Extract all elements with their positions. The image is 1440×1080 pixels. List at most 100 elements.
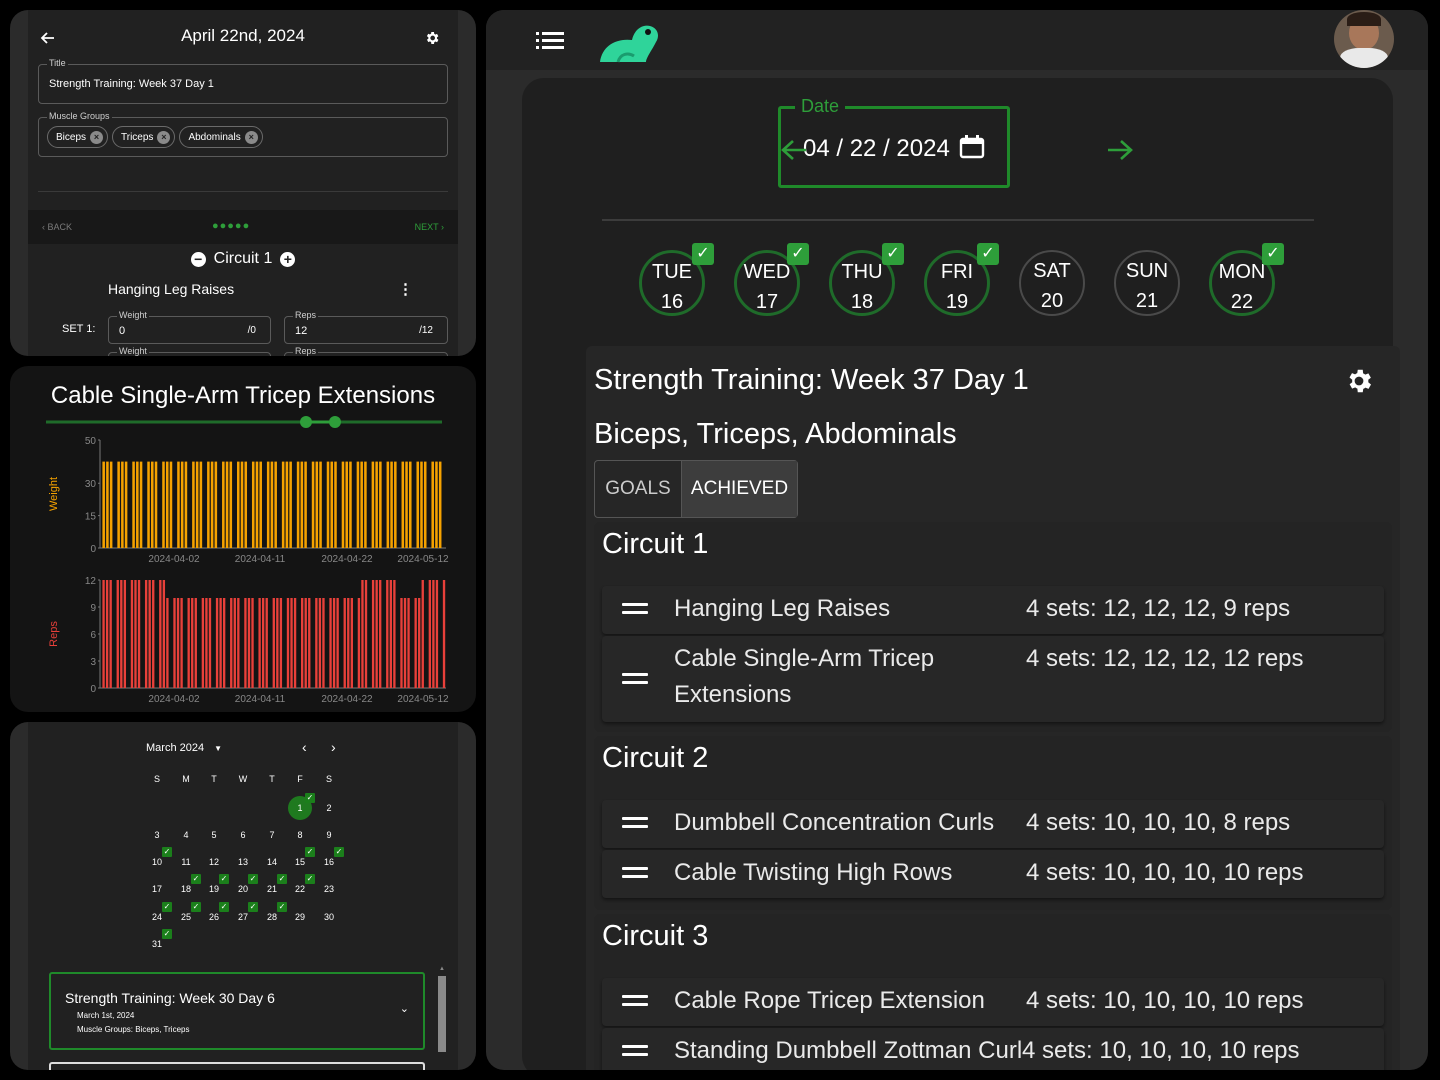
menu-list-icon[interactable] — [536, 32, 564, 55]
drag-handle-icon[interactable] — [622, 817, 648, 833]
frog-logo-icon[interactable] — [598, 18, 660, 69]
title-field[interactable]: Title Strength Training: Week 37 Day 1 — [38, 58, 448, 104]
exercise-row[interactable]: Cable Single-Arm Tricep Extensions 4 set… — [602, 636, 1384, 722]
scrollbar[interactable]: ▲ — [438, 966, 446, 1064]
weight-input[interactable]: Weight 0 /0 — [108, 310, 271, 344]
muscle-groups-field[interactable]: Muscle Groups Biceps × Triceps × Abdominal… — [38, 111, 448, 157]
user-avatar[interactable] — [1334, 10, 1394, 68]
range-slider-handle-end[interactable] — [329, 416, 341, 428]
bar — [154, 461, 158, 548]
bar — [375, 580, 378, 688]
next-date-arrow-icon[interactable] — [1106, 138, 1134, 167]
set-label: SET 1: — [62, 323, 96, 335]
calendar-day[interactable]: 4 — [175, 826, 197, 844]
chip-abdominals[interactable]: Abdominals × — [179, 126, 263, 148]
calendar-day[interactable]: 30 — [318, 908, 340, 926]
exercise-row[interactable]: Dumbbell Concentration Curls 4 sets: 10,… — [602, 800, 1384, 848]
calendar-day[interactable]: 6 — [232, 826, 254, 844]
day-number: 17 — [755, 291, 779, 313]
calendar-day[interactable]: 3 — [146, 826, 168, 844]
bar — [403, 598, 407, 688]
bar — [180, 461, 184, 548]
weight-input-set2[interactable]: Weight — [108, 346, 271, 356]
workout-summary-card[interactable]: Strength Training: Week 30 Day 6 March 1… — [49, 972, 425, 1050]
bar — [244, 461, 248, 548]
workout-check-icon: ✓ — [219, 874, 229, 884]
calendar-day[interactable]: 13 — [232, 853, 254, 871]
scroll-up-icon[interactable]: ▲ — [438, 966, 446, 972]
next-month-icon[interactable]: › — [331, 739, 336, 755]
date-input[interactable]: Date 04 / 22 / 2024 — [778, 96, 1010, 188]
prev-date-arrow-icon[interactable] — [780, 138, 808, 167]
day-button[interactable]: SAT 20 — [1019, 250, 1085, 316]
bar — [123, 580, 127, 688]
scrollbar-thumb[interactable] — [438, 976, 446, 1052]
circuit-title: Circuit 1 — [602, 528, 709, 560]
drag-handle-icon[interactable] — [622, 1045, 648, 1061]
expand-chevron-icon[interactable]: ⌄ — [400, 1002, 409, 1015]
stepper-back-button[interactable]: ‹ BACK — [42, 222, 72, 232]
calendar-day[interactable]: 2 — [318, 799, 340, 817]
chip-remove-icon[interactable]: × — [244, 130, 258, 144]
exercise-row[interactable]: Hanging Leg Raises 4 sets: 12, 12, 12, 9… — [602, 586, 1384, 634]
calendar-day[interactable]: 5 — [203, 826, 225, 844]
settings-gear-icon[interactable] — [422, 28, 442, 48]
chip-remove-icon[interactable]: × — [157, 130, 171, 144]
remove-circuit-icon[interactable]: − — [190, 251, 206, 267]
day-button[interactable]: FRI 19 ✓ — [924, 243, 999, 316]
exercise-sets: 4 sets: 12, 12, 12, 12 reps — [1026, 645, 1304, 672]
bar — [371, 580, 375, 688]
tab-achieved[interactable]: ACHIEVED — [681, 461, 797, 517]
drag-handle-icon[interactable] — [622, 603, 648, 619]
exercise-sets: 4 sets: 10, 10, 10, 10 reps — [1026, 987, 1304, 1014]
chip-remove-icon[interactable]: × — [90, 130, 104, 144]
weekday-header: S — [153, 774, 160, 784]
calendar-day[interactable]: 9 — [318, 826, 340, 844]
chip-label: Abdominals — [188, 131, 241, 143]
chip-biceps[interactable]: Biceps × — [47, 126, 109, 148]
month-selector[interactable]: March 2024 ▼ — [146, 742, 222, 754]
stepper-next-button[interactable]: NEXT › — [415, 222, 444, 232]
exercise-row[interactable]: Cable Rope Tricep Extension 4 sets: 10, … — [602, 978, 1384, 1026]
exercise-row[interactable]: Cable Twisting High Rows 4 sets: 10, 10,… — [602, 850, 1384, 898]
chip-triceps[interactable]: Triceps × — [112, 126, 176, 148]
calendar-day[interactable]: 23 — [318, 880, 340, 898]
workout-settings-gear-icon[interactable] — [1344, 366, 1374, 401]
day-of-week: SAT — [1033, 260, 1071, 282]
day-button[interactable]: SUN 21 — [1114, 250, 1180, 316]
calendar-day[interactable]: 12 — [203, 853, 225, 871]
bar — [222, 461, 225, 548]
prev-month-icon[interactable]: ‹ — [302, 739, 307, 755]
drag-handle-icon[interactable] — [622, 867, 648, 883]
calendar-day[interactable]: 7 — [261, 826, 283, 844]
next-summary-card[interactable] — [49, 1062, 425, 1070]
exercise-menu-icon[interactable]: ⋮ — [398, 280, 413, 298]
calendar-day[interactable]: 11 — [175, 853, 197, 871]
day-button[interactable]: TUE 16 ✓ — [639, 243, 714, 316]
exercise-name: Dumbbell Concentration Curls — [674, 809, 995, 836]
bar — [191, 598, 194, 688]
calendar-day[interactable]: 8 — [289, 826, 311, 844]
range-slider-handle-start[interactable] — [300, 416, 312, 428]
exercise-row[interactable]: Standing Dumbbell Zottman Curl 4 sets: 1… — [602, 1028, 1384, 1070]
add-circuit-icon[interactable]: + — [280, 251, 296, 267]
calendar-day[interactable]: 14 — [261, 853, 283, 871]
exercise-name: Hanging Leg Raises — [674, 595, 891, 622]
x-tick-label: 2024-05-12 — [397, 554, 449, 565]
bar — [329, 598, 332, 688]
dropdown-caret-icon[interactable]: ▼ — [214, 744, 222, 753]
bar — [177, 461, 180, 548]
weekday-header: S — [325, 774, 332, 784]
reps-input-set2[interactable]: Reps — [284, 346, 448, 356]
calendar-icon[interactable] — [959, 135, 985, 164]
reps-input[interactable]: Reps 12 /12 — [284, 310, 448, 344]
tab-goals[interactable]: GOALS — [595, 461, 681, 517]
day-button[interactable]: WED 17 ✓ — [734, 243, 809, 316]
day-button[interactable]: THU 18 ✓ — [829, 243, 904, 316]
day-button[interactable]: MON 22 ✓ — [1209, 243, 1284, 316]
calendar-day[interactable]: 29 — [289, 908, 311, 926]
bar — [435, 580, 439, 688]
drag-handle-icon[interactable] — [622, 995, 648, 1011]
drag-handle-icon[interactable] — [622, 673, 648, 689]
calendar-day[interactable]: 17 — [146, 880, 168, 898]
